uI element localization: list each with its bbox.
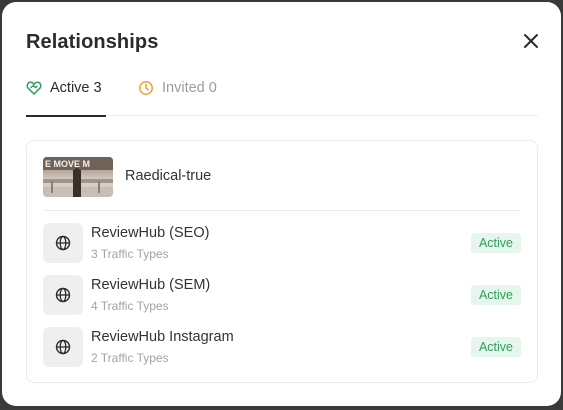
relationship-name: ReviewHub Instagram xyxy=(91,329,234,345)
brand-row[interactable]: E MOVE M Raedical-true xyxy=(43,157,521,211)
status-badge: Active xyxy=(470,285,521,305)
globe-icon xyxy=(55,339,71,355)
tab-active[interactable]: Active 3 xyxy=(26,78,106,117)
relationship-name: ReviewHub (SEO) xyxy=(91,225,210,241)
website-icon-tile xyxy=(43,275,83,315)
relationship-row[interactable]: ReviewHub Instagram 2 Traffic Types Acti… xyxy=(43,327,521,367)
tab-active-label: Active 3 xyxy=(50,80,102,96)
relationships-card: E MOVE M Raedical-true ReviewHub (SEO) 3… xyxy=(26,140,538,383)
globe-icon xyxy=(55,235,71,251)
clock-icon xyxy=(139,81,153,95)
tab-bar: Active 3 Invited 0 xyxy=(26,78,538,117)
status-badge: Active xyxy=(470,337,521,357)
tab-invited-label: Invited 0 xyxy=(162,80,217,96)
relationships-modal: Relationships Active 3 Invited 0 E MOVE … xyxy=(2,2,561,406)
thumbnail-text: E MOVE M xyxy=(45,159,90,169)
modal-title: Relationships xyxy=(26,31,159,53)
relationship-row[interactable]: ReviewHub (SEM) 4 Traffic Types Active xyxy=(43,275,521,315)
brand-thumbnail: E MOVE M xyxy=(43,157,113,197)
close-icon xyxy=(524,34,538,48)
relationship-name: ReviewHub (SEM) xyxy=(91,277,211,293)
relationship-row[interactable]: ReviewHub (SEO) 3 Traffic Types Active xyxy=(43,223,521,263)
brand-name: Raedical-true xyxy=(125,168,212,184)
relationship-traffic-types: 3 Traffic Types xyxy=(91,247,169,261)
relationship-traffic-types: 2 Traffic Types xyxy=(91,351,169,365)
relationship-traffic-types: 4 Traffic Types xyxy=(91,299,169,313)
globe-icon xyxy=(55,287,71,303)
tab-invited[interactable]: Invited 0 xyxy=(138,78,217,116)
website-icon-tile xyxy=(43,223,83,263)
website-icon-tile xyxy=(43,327,83,367)
close-button[interactable] xyxy=(521,31,541,51)
heart-handshake-icon xyxy=(26,81,42,95)
status-badge: Active xyxy=(470,233,521,253)
